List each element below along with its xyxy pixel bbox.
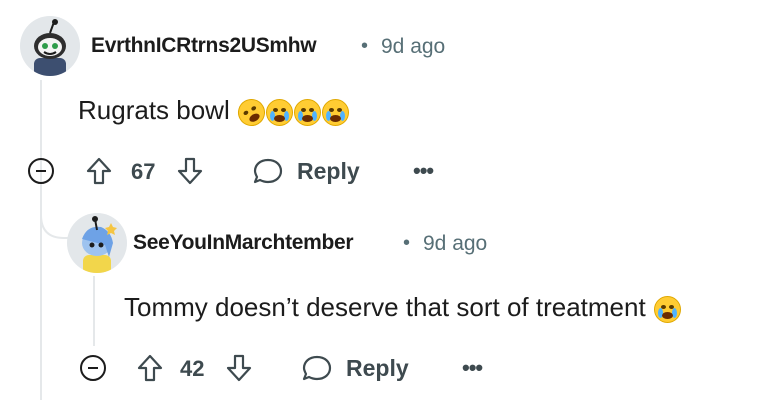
avatar[interactable]	[67, 213, 127, 273]
username[interactable]: EvrthnICRtrns2USmhw	[91, 34, 317, 58]
upvote-icon[interactable]	[137, 354, 163, 382]
rofl-emoji	[233, 93, 270, 131]
vote-count: 67	[131, 159, 156, 184]
separator-dot: •	[361, 35, 369, 57]
downvote-icon[interactable]	[226, 354, 252, 382]
reply-bubble-icon[interactable]	[253, 157, 283, 185]
username[interactable]: SeeYouInMarchtember	[133, 231, 354, 255]
thread-line-reply	[93, 276, 95, 346]
timestamp[interactable]: 9d ago	[423, 232, 487, 256]
separator-dot: •	[403, 232, 411, 254]
collapse-button[interactable]	[80, 355, 106, 381]
reddit-snoo-avatar	[67, 213, 127, 273]
crying-emoji	[321, 98, 349, 126]
crying-emoji	[653, 295, 681, 323]
comment-text: Rugrats bowl	[78, 95, 230, 125]
crying-emoji	[265, 98, 293, 126]
timestamp[interactable]: 9d ago	[381, 35, 445, 59]
more-options-button[interactable]: •••	[462, 355, 483, 381]
downvote-icon[interactable]	[177, 157, 203, 185]
vote-count: 42	[180, 356, 205, 381]
comment-body: Rugrats bowl	[78, 93, 349, 131]
avatar[interactable]	[20, 16, 80, 76]
crying-emoji	[293, 98, 321, 126]
upvote-icon[interactable]	[86, 157, 112, 185]
collapse-button[interactable]	[28, 158, 54, 184]
reddit-snoo-avatar	[20, 16, 80, 76]
more-options-button[interactable]: •••	[413, 158, 434, 184]
reply-button[interactable]: Reply	[297, 158, 360, 185]
comment-body: Tommy doesn’t deserve that sort of treat…	[124, 292, 681, 323]
reply-bubble-icon[interactable]	[302, 354, 332, 382]
reply-button[interactable]: Reply	[346, 355, 409, 382]
thread-line-main	[40, 80, 42, 400]
comment-text: Tommy doesn’t deserve that sort of treat…	[124, 292, 646, 322]
